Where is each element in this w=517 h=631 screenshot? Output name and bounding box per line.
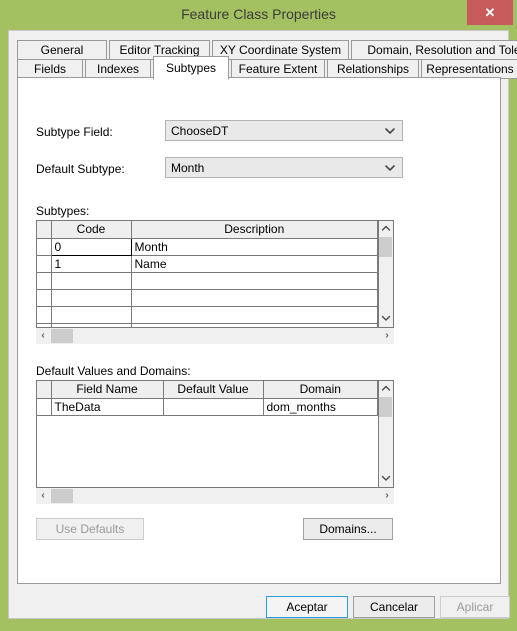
subtype-field-combo[interactable]: ChooseDT [165, 120, 403, 141]
subtypes-vertical-scrollbar[interactable] [379, 220, 394, 328]
row-selector[interactable] [37, 306, 52, 324]
domains-button[interactable]: Domains... [303, 518, 393, 540]
tab-feature-extent[interactable]: Feature Extent [231, 59, 325, 79]
title-bar: Feature Class Properties ✕ [0, 0, 517, 30]
scrollbar-thumb[interactable] [379, 397, 392, 417]
column-header-default-value[interactable]: Default Value [163, 381, 264, 399]
row-select-header [37, 221, 52, 239]
row-selector[interactable] [37, 272, 52, 290]
apply-button[interactable]: Aplicar [440, 596, 510, 618]
table-row[interactable]: TheData dom_months [37, 398, 378, 416]
row-selector[interactable] [37, 398, 52, 416]
tab-indexes[interactable]: Indexes [85, 59, 151, 79]
cell-code[interactable]: 0 [50, 237, 132, 256]
chevron-down-icon [384, 125, 396, 137]
close-icon[interactable]: ✕ [467, 0, 513, 25]
cell-description[interactable]: Month [131, 238, 378, 256]
default-subtype-combo[interactable]: Month [165, 157, 403, 178]
scrollbar-thumb[interactable] [51, 489, 73, 503]
dialog-body: General Editor Tracking XY Coordinate Sy… [8, 30, 517, 619]
window-title: Feature Class Properties [181, 6, 336, 22]
tab-panel-subtypes: Subtype Field: ChooseDT Default Subtype:… [17, 77, 501, 584]
cell-domain[interactable]: dom_months [263, 398, 378, 416]
dialog-window: Feature Class Properties ✕ General Edito… [0, 0, 517, 631]
ok-button[interactable]: Aceptar [266, 596, 348, 618]
table-row[interactable] [37, 306, 378, 324]
use-defaults-button[interactable]: Use Defaults [36, 518, 144, 540]
column-header-code[interactable]: Code [51, 221, 132, 239]
domains-vertical-scrollbar[interactable] [379, 380, 394, 488]
row-selector[interactable] [37, 255, 52, 273]
tab-subtypes[interactable]: Subtypes [153, 56, 229, 80]
subtypes-label: Subtypes: [36, 204, 90, 218]
chevron-down-icon[interactable] [379, 312, 392, 326]
scrollbar-thumb[interactable] [379, 237, 392, 257]
cell-description[interactable] [131, 272, 378, 290]
chevron-right-icon[interactable]: › [380, 488, 394, 504]
cell-code[interactable] [51, 272, 132, 290]
domains-label: Default Values and Domains: [36, 364, 191, 378]
cell-code[interactable]: 1 [51, 255, 132, 273]
subtypes-horizontal-scrollbar[interactable]: ‹ › [36, 328, 394, 344]
cell-description[interactable] [131, 306, 378, 324]
table-row[interactable]: 1 Name [37, 255, 378, 273]
column-header-field-name[interactable]: Field Name [51, 381, 164, 399]
subtypes-grid-area[interactable]: Code Description 0 Month 1 Name [36, 220, 379, 328]
domains-grid-area[interactable]: Field Name Default Value Domain TheData … [36, 380, 379, 488]
tab-strip: General Editor Tracking XY Coordinate Sy… [17, 40, 517, 80]
default-subtype-label: Default Subtype: [36, 162, 125, 176]
cell-default-value[interactable] [163, 398, 264, 416]
subtype-field-label: Subtype Field: [36, 125, 113, 139]
default-subtype-value: Month [171, 161, 205, 175]
chevron-left-icon[interactable]: ‹ [36, 488, 50, 504]
tab-relationships[interactable]: Relationships [327, 59, 419, 79]
row-select-header [37, 381, 52, 399]
chevron-right-icon[interactable]: › [380, 328, 394, 344]
cell-description[interactable]: Name [131, 255, 378, 273]
tab-fields[interactable]: Fields [17, 59, 83, 79]
scrollbar-thumb[interactable] [51, 329, 73, 343]
chevron-left-icon[interactable]: ‹ [36, 328, 50, 344]
domains-table: Field Name Default Value Domain TheData … [37, 381, 378, 416]
cell-description[interactable] [131, 289, 378, 307]
chevron-up-icon[interactable] [379, 382, 392, 396]
column-header-domain[interactable]: Domain [263, 381, 378, 399]
tab-xy-coordinate-system[interactable]: XY Coordinate System [212, 40, 349, 60]
tab-representations[interactable]: Representations [421, 59, 517, 79]
chevron-down-icon[interactable] [379, 472, 392, 486]
table-header-row: Code Description [37, 221, 378, 239]
table-row[interactable] [37, 289, 378, 307]
column-header-description[interactable]: Description [131, 221, 378, 239]
table-header-row: Field Name Default Value Domain [37, 381, 378, 399]
tab-general[interactable]: General [17, 40, 107, 60]
table-row[interactable]: 0 Month [37, 237, 378, 256]
chevron-down-icon [384, 162, 396, 174]
cell-code[interactable] [51, 289, 132, 307]
cell-field-name[interactable]: TheData [51, 398, 164, 416]
subtypes-grid: Code Description 0 Month 1 Name ‹ › [36, 220, 394, 344]
domains-grid: Field Name Default Value Domain TheData … [36, 380, 394, 504]
domains-horizontal-scrollbar[interactable]: ‹ › [36, 488, 394, 504]
tab-domain-resolution-tolerance[interactable]: Domain, Resolution and Tolerance [351, 40, 517, 60]
cancel-button[interactable]: Cancelar [353, 596, 435, 618]
subtypes-table: Code Description 0 Month 1 Name [37, 221, 378, 327]
chevron-up-icon[interactable] [379, 222, 392, 236]
row-selector[interactable] [37, 238, 52, 256]
cell-code[interactable] [51, 306, 132, 324]
subtype-field-value: ChooseDT [171, 124, 229, 138]
row-selector[interactable] [37, 289, 52, 307]
table-row[interactable] [37, 272, 378, 290]
